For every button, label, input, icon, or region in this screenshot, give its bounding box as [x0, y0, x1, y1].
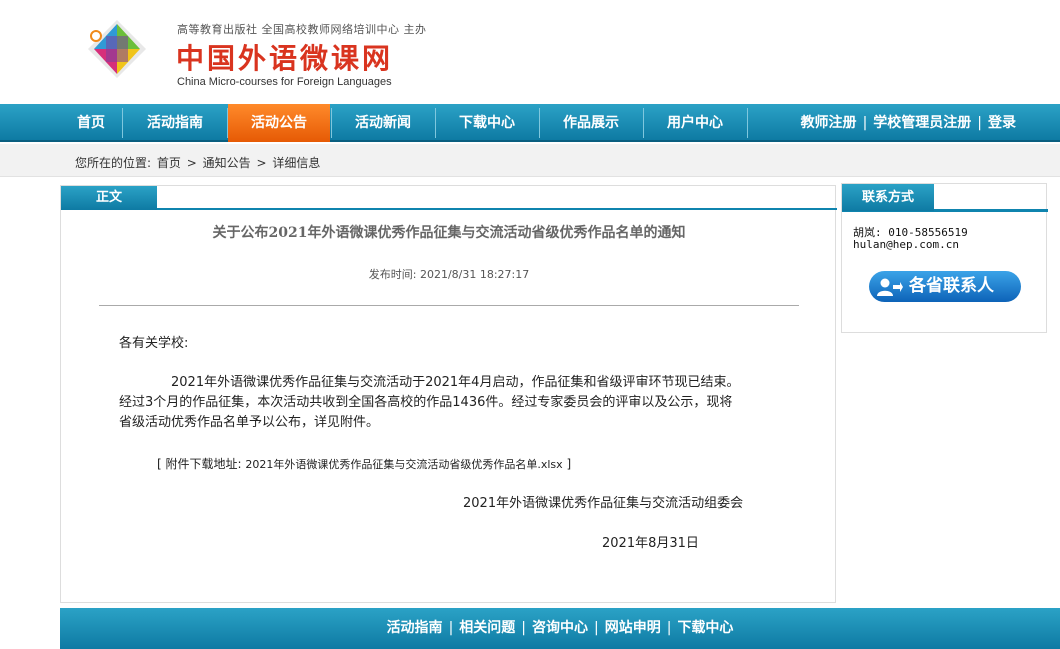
footer-nav: 活动指南 | 相关问题 | 咨询中心 | 网站申明 | 下载中心 — [60, 608, 1060, 649]
attachment-close: ] — [566, 457, 572, 471]
contact-tab: 联系方式 — [842, 184, 934, 211]
teacher-register-link[interactable]: 教师注册 — [801, 104, 857, 142]
contact-email: hulan@hep.com.cn — [853, 238, 959, 251]
footer-statement-link[interactable]: 网站申明 — [605, 620, 661, 636]
site-logo-icon[interactable] — [84, 16, 150, 82]
article-title: 关于公布2021年外语微课优秀作品征集与交流活动省级优秀作品名单的通知 — [212, 225, 686, 241]
organizer-text: 高等教育出版社 全国高校教师网络培训中心 主办 — [177, 23, 427, 36]
article-greeting: 各有关学校: — [119, 336, 189, 351]
article-panel: 正文 关于公布2021年外语微课优秀作品征集与交流活动省级优秀作品名单的通知 发… — [60, 185, 837, 603]
contacts-icon — [877, 278, 903, 296]
footer-separator: | — [666, 620, 672, 636]
breadcrumb-prefix: 您所在的位置: — [75, 156, 152, 170]
nav-divider — [747, 108, 748, 138]
breadcrumb-bar: 您所在的位置: 首页 > 通知公告 > 详细信息 — [0, 144, 1060, 177]
nav-guide[interactable]: 活动指南 — [123, 104, 227, 142]
main-nav: 首页 活动指南 活动公告 活动新闻 下载中心 作品展示 用户中心 教师注册 | 学校… — [0, 104, 1060, 142]
breadcrumb-home[interactable]: 首页 — [157, 156, 181, 170]
site-subtitle: China Micro-courses for Foreign Language… — [177, 76, 392, 88]
nav-announcements[interactable]: 活动公告 — [228, 104, 330, 142]
breadcrumb-arrow: > — [186, 156, 197, 170]
site-title[interactable]: 中国外语微课网 — [176, 37, 393, 77]
nav-works[interactable]: 作品展示 — [540, 104, 642, 142]
footer-guide-link[interactable]: 活动指南 — [387, 620, 443, 636]
attachment-label: [ 附件下载地址: — [157, 457, 242, 471]
publish-time-label: 发布时间: — [368, 268, 417, 281]
nav-user-center[interactable]: 用户中心 — [644, 104, 746, 142]
article-paragraph: 2021年外语微课优秀作品征集与交流活动于2021年4月启动，作品征集和省级评审… — [119, 373, 779, 433]
publish-time-value: 2021/8/31 18:27:17 — [419, 268, 530, 281]
article-tab: 正文 — [61, 186, 157, 210]
article-date: 2021年8月31日 — [602, 536, 699, 551]
contact-panel: 联系方式 胡岚: 010-58556519 hulan@hep.com.cn 各… — [841, 183, 1048, 333]
breadcrumb-current: 详细信息 — [272, 156, 321, 170]
nav-right-separator: | — [977, 115, 982, 131]
footer-separator: | — [521, 620, 526, 636]
breadcrumb-arrow: > — [256, 156, 267, 170]
nav-home[interactable]: 首页 — [60, 104, 122, 142]
attachment-link[interactable]: 2021年外语微课优秀作品征集与交流活动省级优秀作品名单.xlsx — [245, 458, 562, 471]
admin-register-link[interactable]: 学校管理员注册 — [873, 104, 971, 142]
footer-separator: | — [448, 620, 454, 636]
paragraph-line: 2021年外语微课优秀作品征集与交流活动于2021年4月启动，作品征集和省级评审… — [119, 375, 740, 390]
provincial-contacts-button[interactable]: 各省联系人 — [869, 271, 1021, 302]
login-link[interactable]: 登录 — [988, 104, 1016, 142]
article-signature: 2021年外语微课优秀作品征集与交流活动组委会 — [463, 496, 744, 511]
footer-faq-link[interactable]: 相关问题 — [459, 620, 515, 636]
nav-account-links: 教师注册 | 学校管理员注册 | 登录 — [801, 104, 1016, 142]
article-tab-underline — [61, 208, 837, 210]
title-divider — [99, 305, 799, 306]
nav-downloads[interactable]: 下载中心 — [436, 104, 538, 142]
site-header: 高等教育出版社 全国高校教师网络培训中心 主办 中国外语微课网 China Mi… — [0, 0, 1060, 104]
breadcrumb: 您所在的位置: 首页 > 通知公告 > 详细信息 — [75, 154, 322, 171]
breadcrumb-notices[interactable]: 通知公告 — [203, 156, 251, 170]
provincial-contacts-label: 各省联系人 — [909, 276, 994, 296]
nav-right-separator: | — [862, 115, 868, 131]
attachment-line: [ 附件下载地址: 2021年外语微课优秀作品征集与交流活动省级优秀作品名单.x… — [157, 454, 571, 475]
paragraph-line: 经过3个月的作品征集，本次活动共收到全国各高校的作品1436件。经过专家委员会的… — [119, 395, 733, 410]
footer-consult-link[interactable]: 咨询中心 — [532, 620, 588, 636]
paragraph-line: 省级活动优秀作品名单予以公布，详见附件。 — [119, 415, 380, 430]
publish-time: 发布时间: 2021/8/31 18:27:17 — [61, 266, 837, 282]
nav-news[interactable]: 活动新闻 — [332, 104, 434, 142]
footer-download-link[interactable]: 下载中心 — [677, 620, 733, 636]
footer-separator: | — [594, 620, 599, 636]
